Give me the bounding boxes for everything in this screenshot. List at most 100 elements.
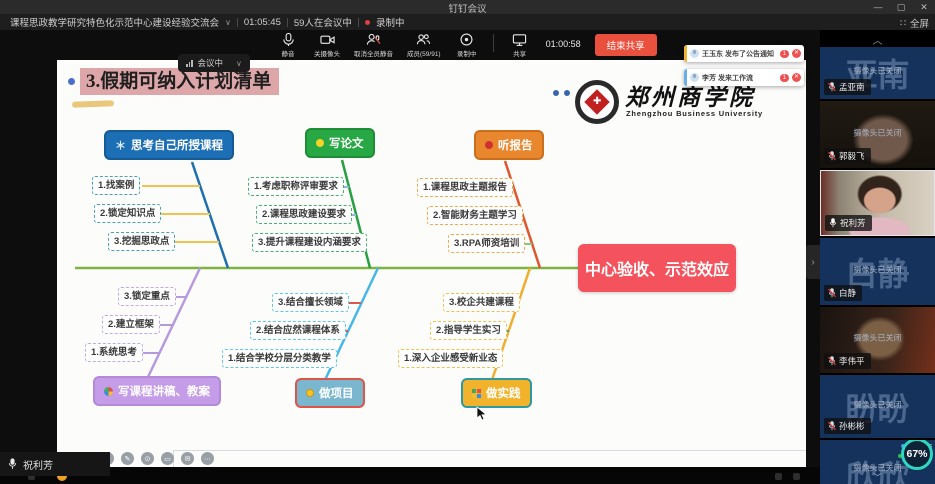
dingtalk-meeting-window: 钉钉会议 — ▢ ✕ 课程思政教学研究特色化示范中心建设经验交流会 ∨ 01:0… — [0, 0, 935, 484]
camera-off-label: 摄像头已关闭 — [820, 65, 935, 76]
divider — [237, 18, 238, 27]
scroll-up-icon[interactable]: ︿ — [820, 32, 935, 47]
branch-header-write-lecture-notes: 写课程讲稿、教案 — [93, 376, 221, 406]
minimize-icon[interactable]: — — [871, 2, 885, 12]
fishbone-item: 2.建立框架 — [102, 315, 160, 334]
participant-tile[interactable]: 白静 摄像头已关闭 白静 — [820, 238, 935, 305]
meeting-status-label: 会议中 — [198, 57, 224, 69]
toast-accent — [684, 69, 687, 86]
message-icon[interactable]: ✉ — [181, 452, 194, 465]
magnifier-icon — [316, 139, 324, 147]
branch-header-do-projects: 做项目 — [295, 378, 365, 408]
branch-header-think-courses: ＊ 思考自己所授课程 — [104, 130, 234, 160]
participant-name-chip: 郭毅飞 — [824, 148, 871, 164]
mic-icon — [281, 32, 296, 47]
share-button[interactable]: 共享 — [508, 32, 532, 58]
speaker-name: 祝利芳 — [23, 457, 53, 472]
camera-off-label: 摄像头已关闭 — [820, 399, 935, 410]
meeting-title-dropdown-icon[interactable]: ∨ — [225, 18, 231, 27]
chevron-down-icon: ∨ — [236, 59, 242, 68]
scroll-down-icon[interactable]: ﹀ — [820, 472, 935, 483]
participant-tile[interactable]: 亚南 摄像头已关闭 孟亚南 — [820, 47, 935, 99]
fishbone-item: 3.挖掘思政点 — [108, 232, 175, 251]
fishbone-item: 1.结合学校分层分类教学 — [222, 349, 337, 368]
taskbar-icon[interactable] — [775, 473, 782, 480]
participant-name-chip: 白静 — [824, 285, 862, 301]
participant-tile[interactable]: 摄像头已关闭 郭毅飞 — [820, 101, 935, 168]
camera-off-label: 摄像头已关闭 — [820, 264, 935, 275]
branch-header-do-practice: 做实践 — [461, 378, 532, 408]
meeting-info-bar: 课程思政教学研究特色化示范中心建设经验交流会 ∨ 01:05:45 59人在会议… — [0, 14, 935, 30]
fishbone-item: 2.指导学生实习 — [430, 321, 507, 340]
os-taskbar[interactable] — [0, 467, 820, 484]
app-title: 钉钉会议 — [0, 1, 935, 15]
fishbone-item: 3.校企共建课程 — [443, 293, 520, 312]
fishbone-item: 3.锁定重点 — [118, 287, 176, 306]
mic-muted-icon — [828, 356, 836, 366]
pencil-icon[interactable]: ✎ — [121, 452, 134, 465]
notification-toast[interactable]: 王玉东 发布了公告通知 1 ✕ — [684, 45, 804, 62]
fishbone-item: 1.深入企业感受新业态 — [398, 349, 503, 368]
camera-icon — [320, 32, 335, 47]
asterisk-icon: ＊ — [115, 137, 126, 153]
camera-off-button[interactable]: 关摄像头 — [314, 32, 340, 58]
participant-name-chip: 祝利芳 — [825, 215, 872, 231]
meeting-duration: 01:05:45 — [244, 17, 281, 28]
share-screen-icon — [512, 32, 527, 47]
mute-label: 静音 — [282, 48, 295, 58]
fishbone-item: 2.课程思政建设要求 — [256, 205, 352, 224]
share-timer: 01:00:58 — [546, 39, 581, 49]
mute-button[interactable]: 静音 — [276, 32, 300, 58]
window-titlebar: 钉钉会议 — ▢ ✕ — [0, 0, 935, 14]
maximize-icon[interactable]: ▢ — [894, 2, 908, 13]
close-icon[interactable]: ✕ — [792, 49, 801, 58]
participant-tile-active-speaker[interactable]: 祝利芳 — [820, 170, 935, 236]
notification-toast[interactable]: 李芳 发来工作流 1 ✕ — [684, 69, 804, 86]
fishbone-item: 3.提升课程建设内涵要求 — [252, 233, 367, 252]
fishbone-item: 2.锁定知识点 — [94, 204, 161, 223]
taskbar-icon[interactable] — [793, 473, 800, 480]
red-dot-icon — [485, 141, 493, 149]
close-icon[interactable]: ✕ — [792, 73, 801, 82]
recording-label: 录制中 — [457, 48, 477, 58]
avatar — [690, 73, 699, 82]
mic-muted-icon — [828, 421, 836, 431]
participant-tile[interactable]: 欣欣 摄像头已关闭 ﹀ 3.3KB/s 32.9KB/s 67% — [820, 440, 935, 484]
close-icon[interactable]: ✕ — [917, 2, 931, 13]
mic-muted-icon — [828, 82, 836, 92]
fishbone-item: 3.RPA师资培训 — [448, 234, 525, 253]
clock-icon — [306, 389, 314, 397]
whiteboard-icon[interactable]: ▭ — [161, 452, 174, 465]
sidebar-collapse-button[interactable]: › — [806, 245, 820, 279]
mic-icon — [8, 458, 17, 470]
participant-tile[interactable]: 盼盼 摄像头已关闭 孙彬彬 — [820, 375, 935, 438]
toast-text: 王玉东 发布了公告通知 — [702, 49, 780, 59]
members-button[interactable]: 成员(59/91) — [407, 32, 441, 58]
unmute-all-button[interactable]: 取消全员静音 — [354, 32, 393, 58]
meeting-status-pill[interactable]: 会议中 ∨ — [178, 54, 250, 72]
fullscreen-button[interactable]: ∷ 全屏 — [900, 16, 929, 30]
participant-name-chip: 孟亚南 — [824, 79, 871, 95]
fishbone-item: 1.课程思政主题报告 — [417, 178, 513, 197]
slide-title: 3.假期可纳入计划清单 — [80, 68, 279, 95]
people-mute-icon — [366, 32, 381, 47]
fishbone-item: 2.结合应然课程体系 — [250, 321, 346, 340]
unmute-all-label: 取消全员静音 — [354, 48, 393, 58]
grid-icon — [472, 389, 481, 398]
more-icon[interactable]: ⋯ — [201, 452, 214, 465]
laser-pointer-icon[interactable]: ⊙ — [141, 452, 154, 465]
mic-muted-icon — [828, 288, 836, 298]
branch-header-listen-reports: 听报告 — [474, 130, 544, 160]
participant-tile[interactable]: 摄像头已关闭 李伟平 — [820, 307, 935, 373]
recording-button[interactable]: 录制中 — [455, 32, 479, 58]
end-share-button[interactable]: 结束共享 — [595, 34, 657, 56]
toast-text: 李芳 发来工作流 — [702, 73, 780, 83]
camera-off-label: 摄像头已关闭 — [820, 127, 935, 138]
share-label: 共享 — [513, 48, 526, 58]
palette-icon — [104, 387, 113, 396]
meeting-toolbar: 静音 关摄像头 取消全员静音 成员(59/91) 录制中 共享 01:00:58… — [276, 32, 657, 58]
shared-screen-slide: 3.假期可纳入计划清单 ✚ 郑州商学院 Zhengzhou Business U… — [57, 60, 806, 467]
fishbone-item: 2.智能财务主题学习 — [427, 206, 523, 225]
bullet-icon — [68, 78, 75, 85]
members-icon — [416, 32, 431, 47]
